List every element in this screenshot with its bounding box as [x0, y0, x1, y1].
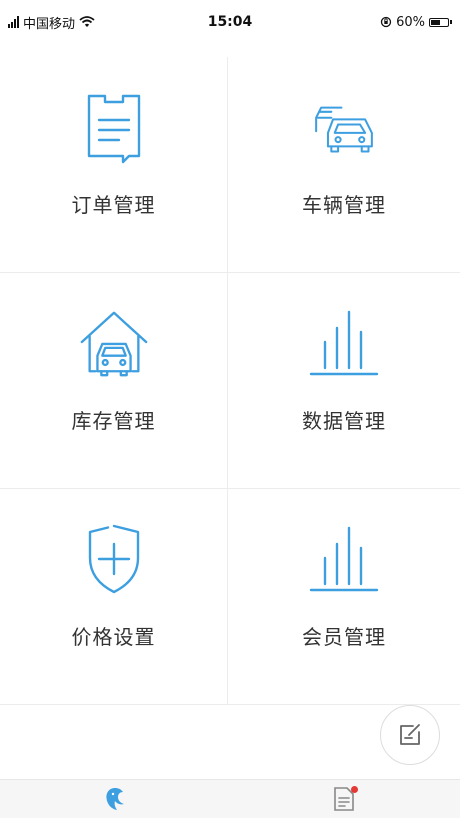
menu-item-label: 会员管理 — [302, 625, 386, 649]
signal-icon — [8, 16, 19, 28]
battery-percent: 60% — [396, 14, 425, 30]
menu-item-vehicle-management[interactable]: 车辆管理 — [228, 57, 460, 273]
status-right: 60% — [312, 15, 452, 30]
orientation-lock-icon — [380, 16, 392, 28]
carrier-name: 中国移动 — [23, 16, 76, 32]
wifi-icon — [79, 16, 95, 27]
menu-item-label: 订单管理 — [71, 193, 156, 217]
battery-icon — [428, 17, 452, 27]
shield-plus-icon — [76, 521, 152, 597]
menu-item-order-management[interactable]: 订单管理 — [0, 57, 228, 273]
menu-item-label: 价格设置 — [71, 625, 156, 649]
menu-item-inventory-management[interactable]: 库存管理 — [0, 273, 228, 489]
menu-item-data-management[interactable]: 数据管理 — [228, 273, 460, 489]
dolphin-icon — [106, 788, 124, 810]
status-left: 中国移动 — [8, 13, 148, 32]
edit-icon — [400, 724, 420, 745]
document-tab-icon-wrap — [333, 786, 358, 812]
notification-badge — [351, 786, 358, 793]
order-icon — [76, 89, 152, 165]
menu-item-label: 数据管理 — [302, 409, 386, 433]
garage-icon — [76, 305, 152, 381]
menu-item-label: 库存管理 — [71, 409, 156, 433]
cars-icon — [306, 89, 382, 165]
menu-item-label: 车辆管理 — [302, 193, 386, 217]
tab-documents[interactable] — [230, 780, 460, 818]
status-bar: 中国移动 15:04 60% — [0, 0, 460, 44]
menu-grid: 订单管理 车辆管理 库存管理 数据管理 价格设置 会员管理 — [0, 57, 460, 705]
bar-chart-icon — [306, 305, 382, 381]
tab-bar — [0, 779, 460, 818]
status-time: 15:04 — [207, 14, 253, 30]
edit-button[interactable] — [380, 705, 440, 765]
bar-chart-icon — [306, 521, 382, 597]
menu-item-price-settings[interactable]: 价格设置 — [0, 489, 228, 705]
tab-home[interactable] — [0, 780, 230, 818]
menu-item-member-management[interactable]: 会员管理 — [228, 489, 460, 705]
